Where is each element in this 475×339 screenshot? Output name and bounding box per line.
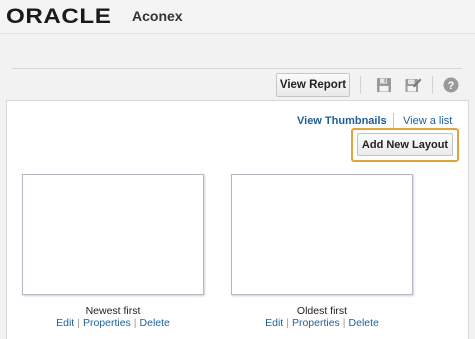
help-icon[interactable]: ?: [442, 76, 460, 94]
add-new-layout-button[interactable]: Add New Layout: [357, 133, 453, 156]
layout-title: Newest first: [85, 305, 141, 317]
action-separator: |: [133, 317, 137, 329]
save-as-icon[interactable]: [404, 76, 422, 94]
action-separator: |: [286, 317, 289, 329]
view-list-link[interactable]: View a list: [403, 115, 452, 127]
edit-link[interactable]: Edit: [265, 317, 283, 329]
svg-text:?: ?: [448, 80, 455, 92]
view-report-button[interactable]: View Report: [276, 73, 350, 97]
delete-link[interactable]: Delete: [349, 317, 379, 329]
oracle-logo: ORACLE: [6, 5, 112, 28]
toolbar-separator: [432, 76, 433, 94]
layout-actions: Edit | Properties | Delete: [22, 317, 204, 329]
product-name: Aconex: [132, 8, 183, 24]
delete-link[interactable]: Delete: [140, 317, 170, 329]
action-separator: |: [342, 317, 346, 329]
view-thumbnails-link[interactable]: View Thumbnails: [297, 115, 387, 127]
action-separator: |: [77, 317, 80, 329]
app-header: ORACLE Aconex: [0, 0, 475, 34]
layout-actions: Edit | Properties | Delete: [231, 317, 413, 329]
properties-link[interactable]: Properties: [292, 317, 340, 329]
layout-title: Oldest first: [296, 305, 348, 317]
layout-thumbnail[interactable]: [231, 174, 413, 295]
layout-thumbnail[interactable]: [22, 174, 204, 295]
edit-link[interactable]: Edit: [56, 317, 74, 329]
toolbar-separator: [360, 76, 361, 94]
view-options-separator: [393, 113, 394, 128]
toolbar-divider: [12, 68, 462, 69]
save-icon[interactable]: [375, 76, 393, 94]
properties-link[interactable]: Properties: [83, 317, 131, 329]
